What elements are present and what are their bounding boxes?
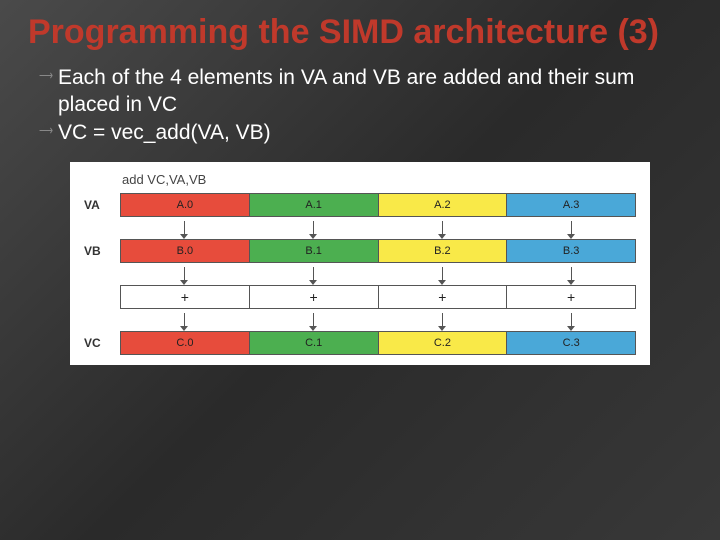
arrow-down-icon bbox=[442, 221, 444, 235]
op-label bbox=[84, 285, 120, 309]
vector-vb-row: VB B.0 B.1 B.2 B.3 bbox=[84, 239, 636, 263]
vc-cell-1: C.1 bbox=[250, 332, 379, 354]
va-cell-1: A.1 bbox=[250, 194, 379, 216]
va-label: VA bbox=[84, 193, 120, 217]
vb-cell-0: B.0 bbox=[121, 240, 250, 262]
arrow-down-icon bbox=[313, 313, 315, 327]
vc-label: VC bbox=[84, 331, 120, 355]
arrow-down-icon bbox=[184, 221, 186, 235]
arrow-down-icon bbox=[571, 313, 573, 327]
vc-cell-0: C.0 bbox=[121, 332, 250, 354]
bullet-list: Each of the 4 elements in VA and VB are … bbox=[0, 55, 720, 156]
va-cell-2: A.2 bbox=[379, 194, 508, 216]
arrow-down-icon bbox=[442, 313, 444, 327]
op-cell-2: + bbox=[379, 286, 508, 308]
vb-cell-1: B.1 bbox=[250, 240, 379, 262]
vc-cell-3: C.3 bbox=[507, 332, 635, 354]
vb-label: VB bbox=[84, 239, 120, 263]
arrows-op-vc bbox=[84, 309, 636, 331]
arrow-down-icon bbox=[184, 267, 186, 281]
arrows-va-vb bbox=[84, 217, 636, 239]
arrow-down-icon bbox=[313, 267, 315, 281]
operation-row: + + + + bbox=[84, 285, 636, 309]
vector-va-row: VA A.0 A.1 A.2 A.3 bbox=[84, 193, 636, 217]
vb-cell-3: B.3 bbox=[507, 240, 635, 262]
arrow-down-icon bbox=[571, 221, 573, 235]
vector-vc-row: VC C.0 C.1 C.2 C.3 bbox=[84, 331, 636, 355]
slide-title: Programming the SIMD architecture (3) bbox=[0, 0, 720, 55]
instruction-text: add VC,VA,VB bbox=[84, 170, 636, 193]
vb-cell-2: B.2 bbox=[379, 240, 508, 262]
arrow-down-icon bbox=[442, 267, 444, 281]
op-cell-1: + bbox=[250, 286, 379, 308]
arrow-down-icon bbox=[184, 313, 186, 327]
va-cell-0: A.0 bbox=[121, 194, 250, 216]
bullet-item: VC = vec_add(VA, VB) bbox=[40, 120, 680, 146]
op-cell-0: + bbox=[121, 286, 250, 308]
simd-diagram: add VC,VA,VB VA A.0 A.1 A.2 A.3 VB B.0 B… bbox=[70, 162, 650, 365]
op-cell-3: + bbox=[507, 286, 635, 308]
bullet-item: Each of the 4 elements in VA and VB are … bbox=[40, 65, 680, 118]
arrow-down-icon bbox=[571, 267, 573, 281]
arrow-down-icon bbox=[313, 221, 315, 235]
arrows-vb-op bbox=[84, 263, 636, 285]
vc-cell-2: C.2 bbox=[379, 332, 508, 354]
va-cell-3: A.3 bbox=[507, 194, 635, 216]
